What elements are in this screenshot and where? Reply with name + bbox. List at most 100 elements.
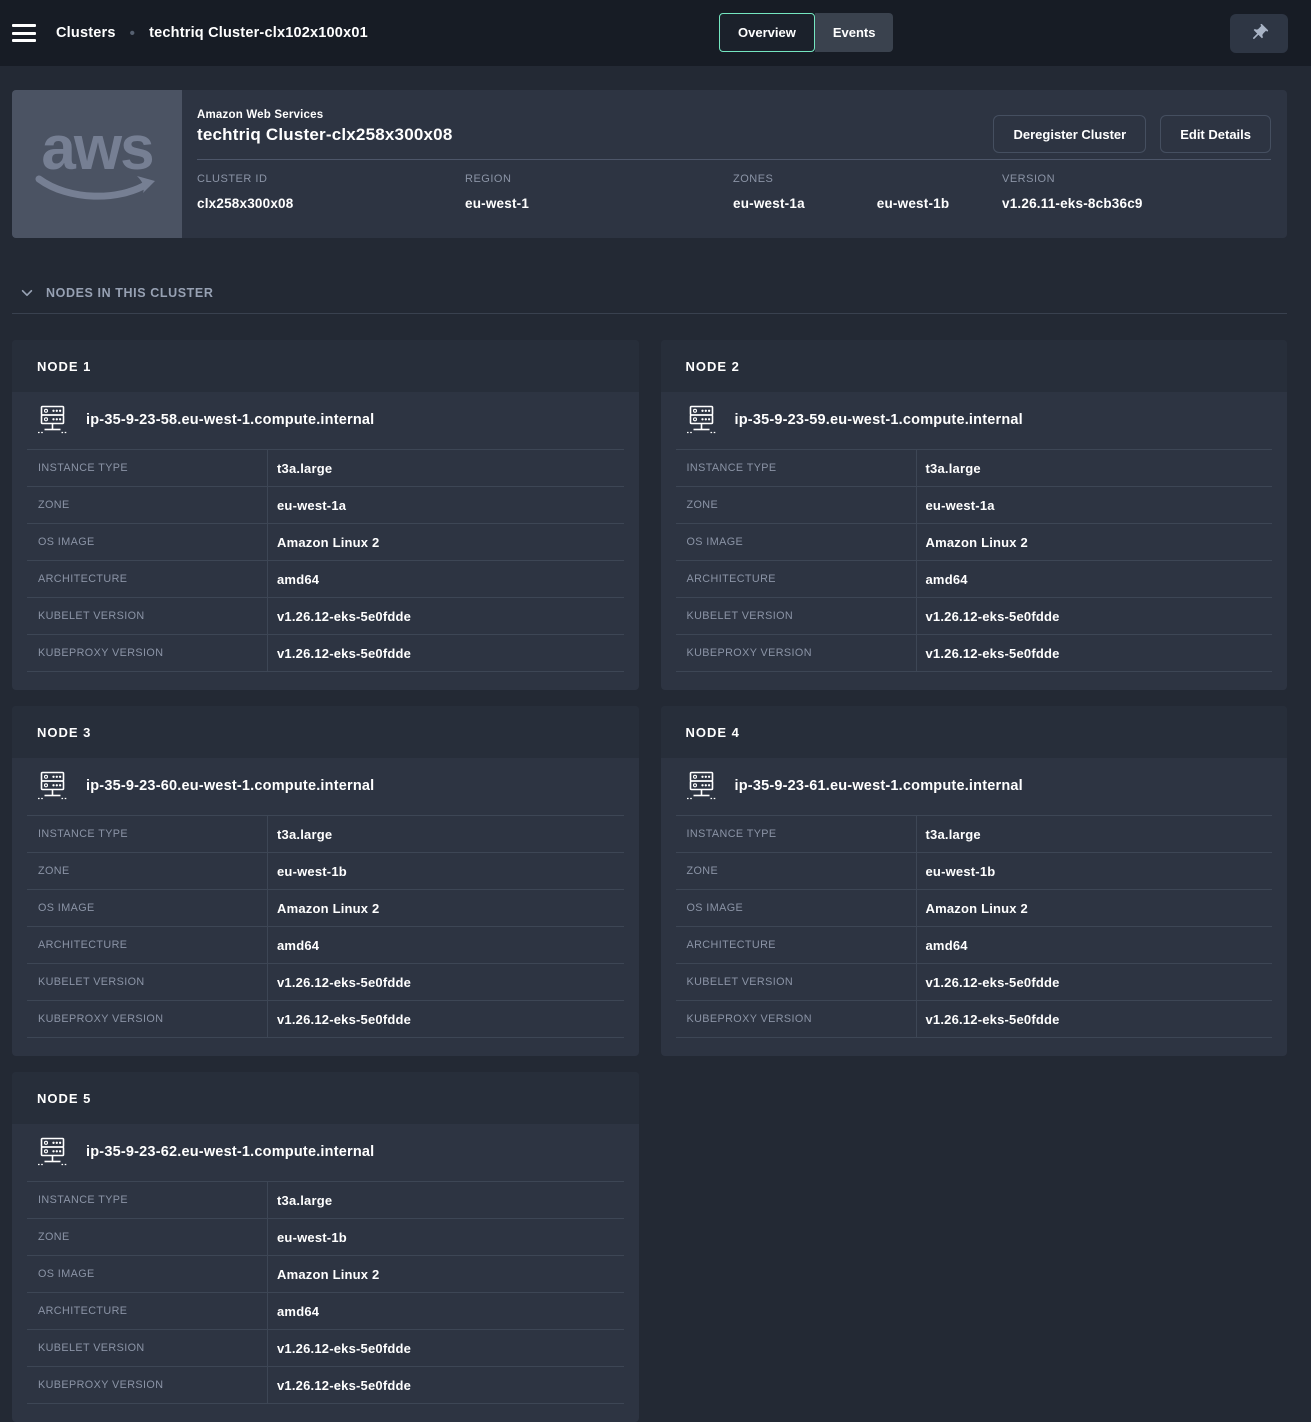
pin-button[interactable]: [1230, 14, 1288, 53]
node-field-value: v1.26.12-eks-5e0fdde: [917, 1001, 1273, 1037]
server-icon: [686, 771, 717, 800]
node-field-label: ARCHITECTURE: [27, 561, 268, 597]
node-field-row: ZONEeu-west-1b: [27, 1219, 624, 1256]
node-field-row: ZONEeu-west-1a: [676, 487, 1273, 524]
topbar: Clusters • techtriq Cluster-clx102x100x0…: [0, 0, 1311, 66]
edit-details-button[interactable]: Edit Details: [1160, 115, 1271, 153]
node-field-row: KUBEPROXY VERSIONv1.26.12-eks-5e0fdde: [676, 635, 1273, 672]
nodes-section-divider: [12, 313, 1287, 314]
nodes-grid: NODE 1 ip-35-9-23-58.eu-west-1.compute.i…: [12, 340, 1287, 1422]
node-hostname-row: ip-35-9-23-61.eu-west-1.compute.internal: [661, 758, 1288, 815]
node-field-row: ARCHITECTUREamd64: [27, 1293, 624, 1330]
cluster-card-body: Amazon Web Services techtriq Cluster-clx…: [182, 90, 1287, 238]
node-field-label: OS IMAGE: [676, 890, 917, 926]
cluster-info-row: CLUSTER ID clx258x300x08 REGION eu-west-…: [197, 160, 1271, 211]
node-card: NODE 5 ip-35-9-23-62.eu-west-1.compute.i…: [12, 1072, 639, 1422]
node-field-value: v1.26.12-eks-5e0fdde: [268, 1367, 624, 1403]
version-cell: VERSION v1.26.11-eks-8cb36c9: [1002, 173, 1271, 211]
node-field-row: OS IMAGEAmazon Linux 2: [27, 890, 624, 927]
tab-overview[interactable]: Overview: [719, 13, 815, 52]
node-field-row: INSTANCE TYPEt3a.large: [27, 816, 624, 853]
node-field-label: ZONE: [676, 487, 917, 523]
node-field-label: KUBEPROXY VERSION: [676, 1001, 917, 1037]
node-field-row: KUBELET VERSIONv1.26.12-eks-5e0fdde: [27, 964, 624, 1001]
node-field-row: KUBEPROXY VERSIONv1.26.12-eks-5e0fdde: [27, 1001, 624, 1038]
node-field-label: INSTANCE TYPE: [676, 816, 917, 852]
zone-b-value: eu-west-1b: [877, 196, 950, 211]
node-card: NODE 4 ip-35-9-23-61.eu-west-1.compute.i…: [661, 706, 1288, 1056]
node-field-value: amd64: [917, 927, 1273, 963]
node-field-value: amd64: [268, 927, 624, 963]
deregister-cluster-button[interactable]: Deregister Cluster: [993, 115, 1146, 153]
node-card-title: NODE 2: [661, 340, 1288, 392]
node-hostname: ip-35-9-23-58.eu-west-1.compute.internal: [86, 412, 374, 428]
node-field-value: Amazon Linux 2: [268, 890, 624, 926]
node-field-label: INSTANCE TYPE: [676, 450, 917, 486]
node-field-row: INSTANCE TYPEt3a.large: [676, 816, 1273, 853]
node-hostname-row: ip-35-9-23-58.eu-west-1.compute.internal: [12, 392, 639, 449]
breadcrumb-separator-dot: •: [130, 25, 135, 42]
node-field-row: KUBEPROXY VERSIONv1.26.12-eks-5e0fdde: [676, 1001, 1273, 1038]
breadcrumb-current-cluster: techtriq Cluster-clx102x100x01: [149, 25, 368, 41]
node-field-label: ARCHITECTURE: [676, 561, 917, 597]
node-field-value: eu-west-1b: [268, 853, 624, 889]
node-field-label: INSTANCE TYPE: [27, 1182, 268, 1218]
node-hostname-row: ip-35-9-23-62.eu-west-1.compute.internal: [12, 1124, 639, 1181]
node-field-label: ZONE: [27, 487, 268, 523]
node-field-row: OS IMAGEAmazon Linux 2: [27, 1256, 624, 1293]
server-icon: [37, 1137, 68, 1166]
main-content: aws Amazon Web Services techtriq Cluster…: [0, 90, 1311, 1422]
region-value: eu-west-1: [465, 196, 733, 211]
cluster-id-cell: CLUSTER ID clx258x300x08: [197, 173, 465, 211]
node-field-label: KUBELET VERSION: [27, 964, 268, 1000]
node-field-row: INSTANCE TYPEt3a.large: [27, 1182, 624, 1219]
menu-icon[interactable]: [12, 24, 36, 42]
node-field-label: KUBELET VERSION: [27, 1330, 268, 1366]
node-field-value: amd64: [268, 561, 624, 597]
node-field-value: Amazon Linux 2: [917, 524, 1273, 560]
node-card-title: NODE 4: [661, 706, 1288, 758]
node-field-value: v1.26.12-eks-5e0fdde: [917, 964, 1273, 1000]
node-field-row: INSTANCE TYPEt3a.large: [676, 450, 1273, 487]
node-field-row: KUBELET VERSIONv1.26.12-eks-5e0fdde: [27, 1330, 624, 1367]
node-field-value: Amazon Linux 2: [268, 1256, 624, 1292]
node-field-value: v1.26.12-eks-5e0fdde: [268, 1330, 624, 1366]
pushpin-icon: [1249, 23, 1269, 43]
cluster-id-value: clx258x300x08: [197, 196, 465, 211]
server-icon: [37, 771, 68, 800]
tab-events[interactable]: Events: [815, 13, 894, 52]
nodes-section-title: NODES IN THIS CLUSTER: [46, 286, 213, 300]
node-field-value: eu-west-1a: [917, 487, 1273, 523]
nodes-section-toggle[interactable]: NODES IN THIS CLUSTER: [12, 238, 1287, 300]
node-field-label: KUBEPROXY VERSION: [27, 635, 268, 671]
region-cell: REGION eu-west-1: [465, 173, 733, 211]
node-field-value: Amazon Linux 2: [268, 524, 624, 560]
node-field-row: OS IMAGEAmazon Linux 2: [676, 890, 1273, 927]
node-field-label: ARCHITECTURE: [27, 1293, 268, 1329]
node-field-row: ARCHITECTUREamd64: [676, 561, 1273, 598]
node-field-label: ARCHITECTURE: [676, 927, 917, 963]
node-hostname-row: ip-35-9-23-59.eu-west-1.compute.internal: [661, 392, 1288, 449]
node-field-value: t3a.large: [917, 816, 1273, 852]
zones-cell: ZONES eu-west-1a eu-west-1b: [733, 173, 1002, 211]
aws-smile-icon: [33, 174, 161, 204]
node-field-row: ZONEeu-west-1b: [27, 853, 624, 890]
node-hostname: ip-35-9-23-61.eu-west-1.compute.internal: [735, 778, 1023, 794]
node-field-label: OS IMAGE: [27, 1256, 268, 1292]
node-field-value: eu-west-1b: [917, 853, 1273, 889]
cluster-summary-card: aws Amazon Web Services techtriq Cluster…: [12, 90, 1287, 238]
cluster-actions: Deregister Cluster Edit Details: [993, 115, 1271, 153]
node-card-title: NODE 3: [12, 706, 639, 758]
node-field-row: KUBEPROXY VERSIONv1.26.12-eks-5e0fdde: [27, 635, 624, 672]
node-field-value: v1.26.12-eks-5e0fdde: [268, 635, 624, 671]
node-field-label: KUBELET VERSION: [676, 964, 917, 1000]
node-field-row: OS IMAGEAmazon Linux 2: [676, 524, 1273, 561]
breadcrumb-clusters-link[interactable]: Clusters: [56, 25, 116, 41]
node-field-row: ARCHITECTUREamd64: [27, 927, 624, 964]
node-field-label: KUBELET VERSION: [27, 598, 268, 634]
node-field-row: ZONEeu-west-1a: [27, 487, 624, 524]
view-tabs: Overview Events: [719, 13, 893, 52]
node-field-value: t3a.large: [268, 450, 624, 486]
aws-logo-text: aws: [41, 124, 152, 174]
breadcrumb: Clusters • techtriq Cluster-clx102x100x0…: [56, 25, 368, 42]
